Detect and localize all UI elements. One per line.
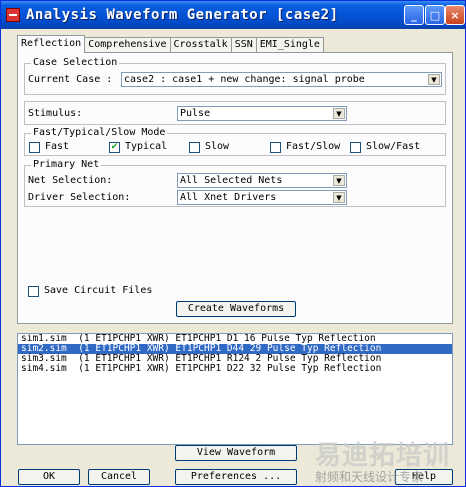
checkbox-box[interactable]: [28, 285, 39, 297]
watermark-brand: 易迪拓培训: [315, 441, 451, 471]
primary-net-legend: Primary Net: [31, 159, 102, 171]
mode-slow-fast-checkbox[interactable]: Slow/Fast: [350, 141, 420, 153]
analysis-waveform-window: Analysis Waveform Generator [case2] _ □ …: [0, 0, 466, 487]
save-circuit-files-label: Save Circuit Files: [44, 285, 153, 296]
current-case-select[interactable]: case2 : case1 + new change: signal probe…: [121, 72, 442, 87]
create-waveforms-button[interactable]: Create Waveforms: [176, 301, 296, 317]
driver-selection-select[interactable]: All Xnet Drivers ▼: [177, 190, 347, 205]
app-icon: [6, 8, 20, 22]
net-selection-label: Net Selection:: [28, 175, 113, 186]
stimulus-select[interactable]: Pulse ▼: [177, 106, 347, 121]
window-title: Analysis Waveform Generator [case2]: [26, 7, 339, 23]
tab-ssn[interactable]: SSN: [230, 37, 257, 53]
title-bar[interactable]: Analysis Waveform Generator [case2] _ □ …: [1, 1, 465, 29]
net-selection-value: All Selected Nets: [180, 175, 283, 186]
close-button[interactable]: ×: [445, 5, 465, 25]
mode-fast-slow-label: Fast/Slow: [286, 141, 341, 152]
mode-group: Fast/Typical/Slow Mode Fast ✔ Typical Sl…: [24, 127, 446, 156]
checkbox-box[interactable]: [189, 141, 200, 153]
list-item[interactable]: sim4.sim (1 ET1PCHP1 XWR) ET1PCHP1 D22 3…: [18, 364, 452, 374]
watermark-tagline: 射频和天线设计专家: [315, 470, 424, 484]
tab-crosstalk[interactable]: Crosstalk: [169, 37, 232, 53]
mode-slow-fast-label: Slow/Fast: [366, 141, 421, 152]
checkbox-box[interactable]: [29, 141, 40, 153]
tab-comprehensive[interactable]: Comprehensive: [84, 37, 171, 53]
minimize-button[interactable]: _: [404, 5, 424, 25]
maximize-button[interactable]: □: [425, 5, 445, 25]
check-icon[interactable]: ✔: [109, 141, 120, 153]
view-waveform-button[interactable]: View Waveform: [175, 445, 297, 461]
stimulus-value: Pulse: [180, 108, 211, 119]
reflection-tab-panel: Case Selection Current Case : case2 : ca…: [17, 52, 453, 324]
net-selection-select[interactable]: All Selected Nets ▼: [177, 173, 347, 188]
chevron-down-icon[interactable]: ▼: [428, 74, 440, 85]
tab-reflection[interactable]: Reflection: [17, 35, 86, 53]
save-circuit-files-checkbox[interactable]: Save Circuit Files: [28, 285, 152, 297]
chevron-down-icon[interactable]: ▼: [333, 192, 345, 203]
preferences-button[interactable]: Preferences ...: [175, 469, 297, 485]
checkbox-box[interactable]: [350, 141, 361, 153]
ok-button[interactable]: OK: [18, 469, 80, 485]
mode-typical-checkbox[interactable]: ✔ Typical: [109, 141, 167, 153]
chevron-down-icon[interactable]: ▼: [333, 108, 345, 119]
mode-fast-label: Fast: [45, 141, 70, 152]
mode-fast-slow-checkbox[interactable]: Fast/Slow: [270, 141, 340, 153]
tab-emi-single[interactable]: EMI_Single: [255, 37, 324, 53]
waveform-list[interactable]: sim1.sim (1 ET1PCHP1 XWR) ET1PCHP1 D1 16…: [17, 333, 453, 445]
mode-typical-label: Typical: [125, 141, 168, 152]
stimulus-label: Stimulus:: [28, 108, 83, 119]
case-selection-legend: Case Selection: [31, 57, 120, 69]
driver-selection-label: Driver Selection:: [28, 192, 131, 203]
mode-fast-checkbox[interactable]: Fast: [29, 141, 69, 153]
tab-strip: Reflection Comprehensive Crosstalk SSN E…: [17, 35, 324, 53]
current-case-value: case2 : case1 + new change: signal probe: [124, 74, 365, 85]
cancel-button[interactable]: Cancel: [88, 469, 150, 485]
current-case-label: Current Case :: [28, 74, 113, 85]
stimulus-group: Stimulus: Pulse ▼: [24, 101, 446, 125]
mode-slow-label: Slow: [205, 141, 230, 152]
primary-net-group: Primary Net Net Selection: All Selected …: [24, 159, 446, 207]
case-selection-group: Case Selection Current Case : case2 : ca…: [24, 57, 446, 95]
checkbox-box[interactable]: [270, 141, 281, 153]
mode-slow-checkbox[interactable]: Slow: [189, 141, 229, 153]
mode-legend: Fast/Typical/Slow Mode: [31, 127, 168, 139]
chevron-down-icon[interactable]: ▼: [333, 175, 345, 186]
driver-selection-value: All Xnet Drivers: [180, 192, 277, 203]
